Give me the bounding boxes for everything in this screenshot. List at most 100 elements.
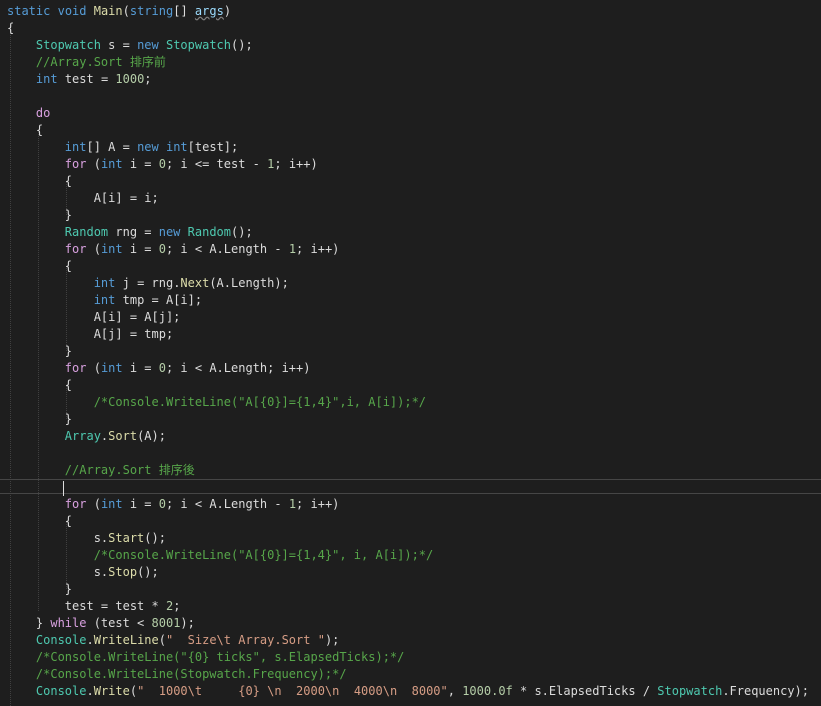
code-token: new xyxy=(137,38,159,52)
code-token: Next xyxy=(180,276,210,290)
code-token: (); xyxy=(137,565,159,579)
code-line[interactable]: int test = 1000; xyxy=(0,71,821,88)
code-token: ; i < A.Length - xyxy=(165,242,289,256)
code-line[interactable]: //Array.Sort 排序後 xyxy=(0,462,821,479)
code-line[interactable]: int j = rng.Next(A.Length); xyxy=(0,275,821,292)
code-token: (); xyxy=(231,225,253,239)
code-token: 1 xyxy=(288,497,297,511)
code-line[interactable]: for (int i = 0; i < A.Length; i++) xyxy=(0,360,821,377)
code-token: (A); xyxy=(137,429,166,443)
code-line[interactable]: Console.Write(" 1000\t {0} \n 2000\n 400… xyxy=(0,683,821,700)
code-token: ; i++) xyxy=(274,157,318,171)
code-token: } xyxy=(7,208,73,222)
code-line[interactable] xyxy=(0,479,821,494)
code-line[interactable]: /*Console.WriteLine("{0} ticks", s.Elaps… xyxy=(0,649,821,666)
code-line[interactable]: { xyxy=(0,173,821,190)
code-line[interactable] xyxy=(0,88,821,105)
code-line[interactable]: } xyxy=(0,207,821,224)
code-line[interactable]: { xyxy=(0,377,821,394)
code-line[interactable]: //Array.Sort 排序前 xyxy=(0,54,821,71)
code-line[interactable]: for (int i = 0; i < A.Length - 1; i++) xyxy=(0,496,821,513)
code-token: Stopwatch xyxy=(657,684,723,698)
code-token: /*Console.WriteLine("A[{0}]={1,4}",i, A[… xyxy=(93,395,427,409)
code-line[interactable]: for (int i = 0; i < A.Length - 1; i++) xyxy=(0,241,821,258)
code-token: ); xyxy=(324,633,340,647)
code-token: ); xyxy=(180,616,195,630)
code-token: .Frequency); xyxy=(722,684,810,698)
code-line[interactable]: int tmp = A[i]; xyxy=(0,292,821,309)
code-line[interactable]: Array.Sort(A); xyxy=(0,428,821,445)
code-token: Sort xyxy=(108,429,138,443)
code-line[interactable]: int[] A = new int[test]; xyxy=(0,139,821,156)
code-token: , xyxy=(447,684,463,698)
code-line[interactable]: } while (test < 8001); xyxy=(0,615,821,632)
code-token: /*Console.WriteLine("{0} ticks", s.Elaps… xyxy=(35,650,405,664)
code-line[interactable]: } xyxy=(0,581,821,598)
code-line[interactable]: /*Console.WriteLine("A[{0}]={1,4}", i, A… xyxy=(0,547,821,564)
code-token: /*Console.WriteLine(Stopwatch.Frequency)… xyxy=(35,667,347,681)
code-token: Random xyxy=(64,225,109,239)
code-token: A[j] = tmp; xyxy=(7,327,174,341)
code-token: (); xyxy=(231,38,253,52)
text-cursor xyxy=(63,481,64,496)
code-line[interactable]: /*Console.WriteLine(Stopwatch.Frequency)… xyxy=(0,666,821,683)
code-line[interactable]: /*Console.WriteLine("A[{0}]={1,4}",i, A[… xyxy=(0,394,821,411)
code-line[interactable]: test = test * 2; xyxy=(0,598,821,615)
code-token: ( xyxy=(122,4,130,18)
code-token: for xyxy=(64,157,87,171)
code-line[interactable]: } xyxy=(0,411,821,428)
code-token: for xyxy=(64,497,87,511)
code-token: " Size\t Array.Sort " xyxy=(165,633,325,647)
code-token: (); xyxy=(144,531,166,545)
code-token: test = xyxy=(57,72,116,86)
code-line[interactable]: Console.WriteLine(" Size\t Array.Sort ")… xyxy=(0,632,821,649)
code-line[interactable] xyxy=(0,445,821,462)
code-line[interactable]: do xyxy=(0,105,821,122)
code-line[interactable]: Random rng = new Random(); xyxy=(0,224,821,241)
code-token: //Array.Sort 排序後 xyxy=(64,463,195,477)
code-token: int xyxy=(93,293,116,307)
code-line[interactable]: s.Start(); xyxy=(0,530,821,547)
code-token: while xyxy=(50,616,87,630)
code-token: do xyxy=(35,106,51,120)
code-token: } xyxy=(7,344,73,358)
code-token: string xyxy=(129,4,174,18)
code-token: ( xyxy=(86,242,101,256)
code-line[interactable]: s.Stop(); xyxy=(0,564,821,581)
code-line[interactable]: A[i] = i; xyxy=(0,190,821,207)
code-token: ( xyxy=(86,497,101,511)
code-editor[interactable]: static void Main(string[] args){ Stopwat… xyxy=(0,0,821,706)
code-token: 0 xyxy=(158,157,166,171)
code-token: s. xyxy=(7,565,109,579)
code-token: ; i <= test - xyxy=(165,157,268,171)
code-line[interactable]: Stopwatch s = new Stopwatch(); xyxy=(0,37,821,54)
code-token: } xyxy=(7,582,73,596)
code-token: for xyxy=(64,361,87,375)
code-token: 0 xyxy=(158,361,166,375)
code-line[interactable]: for (int i = 0; i <= test - 1; i++) xyxy=(0,156,821,173)
code-token: " 1000\t {0} \n 2000\n 4000\n 8000" xyxy=(137,684,448,698)
code-line[interactable]: A[i] = A[j]; xyxy=(0,309,821,326)
code-line[interactable]: A[j] = tmp; xyxy=(0,326,821,343)
code-token: 0 xyxy=(158,497,166,511)
code-line[interactable]: { xyxy=(0,513,821,530)
code-token: ( xyxy=(86,157,101,171)
code-line[interactable]: } xyxy=(0,343,821,360)
code-token: } xyxy=(7,412,73,426)
code-line[interactable]: { xyxy=(0,258,821,275)
code-line[interactable]: { xyxy=(0,20,821,37)
code-line[interactable]: { xyxy=(0,122,821,139)
code-line[interactable]: static void Main(string[] args) xyxy=(0,3,821,20)
code-token: . xyxy=(86,684,94,698)
code-token: { xyxy=(7,123,44,137)
code-token: int xyxy=(93,276,116,290)
